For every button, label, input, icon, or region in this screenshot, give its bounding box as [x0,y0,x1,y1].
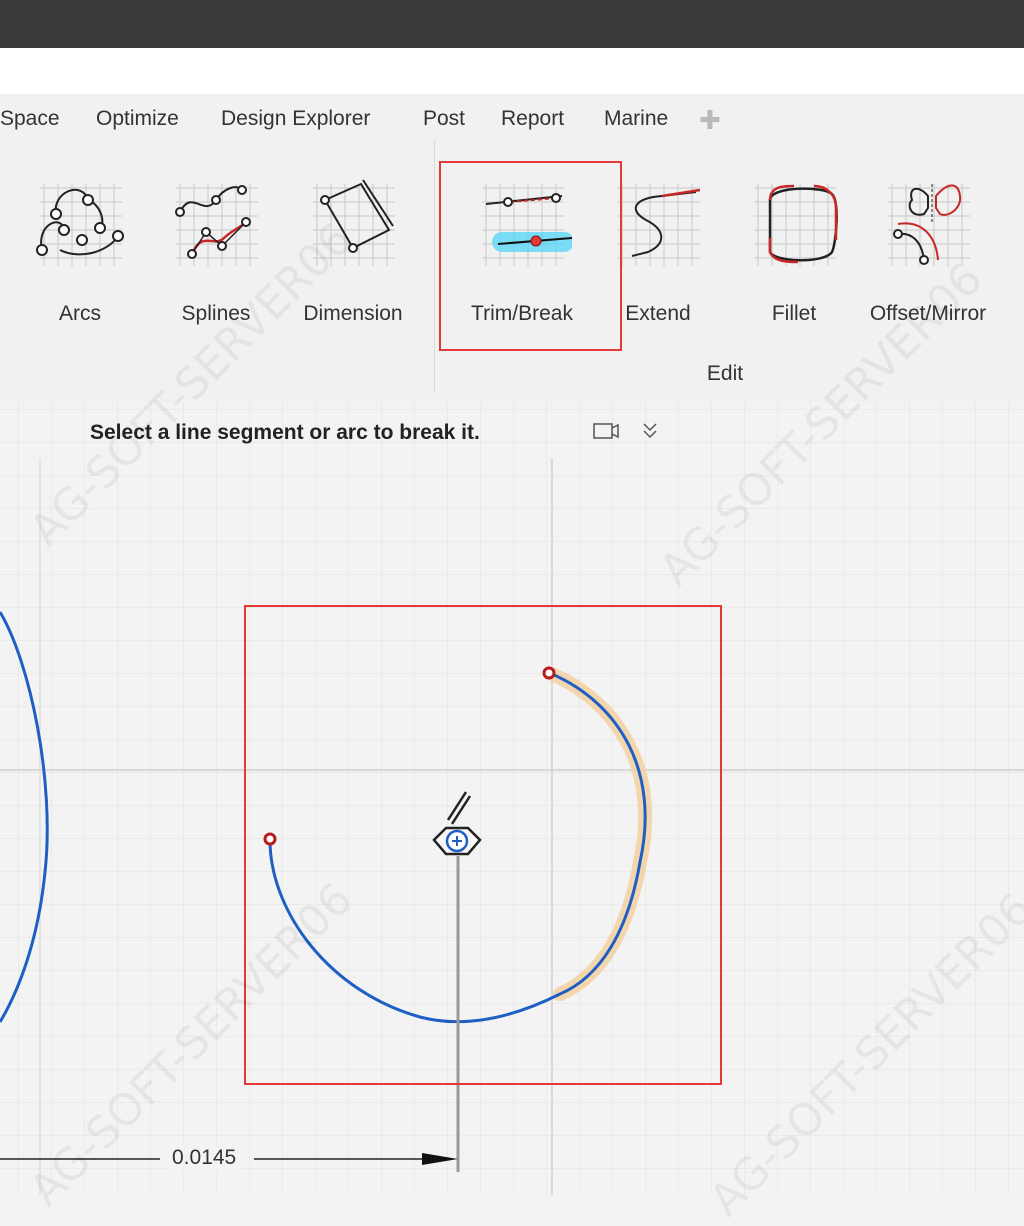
ribbon-group-label-edit: Edit [706,362,744,385]
menu-bar: Space Optimize Design Explorer Post Repo… [0,107,760,135]
prompt-icons [593,423,657,439]
trim-break-highlight-box [439,161,622,351]
tool-fillet[interactable]: Fillet [734,172,854,332]
menu-marine[interactable]: Marine [604,107,668,131]
command-prompt: Select a line segment or arc to break it… [90,421,480,444]
dimension-arrow [422,1153,458,1165]
fillet-icon [754,184,838,266]
header-bar [0,48,1024,94]
menu-space[interactable]: Space [0,107,60,131]
tool-label-arcs: Arcs [59,302,101,325]
menu-design-explorer[interactable]: Design Explorer [221,107,370,131]
menu-report[interactable]: Report [501,107,564,131]
ribbon-group-separator [434,140,435,392]
extend-icon [618,184,701,266]
video-icon[interactable] [593,423,619,439]
left-curve[interactable] [0,611,49,1023]
tool-label-fillet: Fillet [771,302,817,325]
plus-icon[interactable]: ✚ [699,107,721,133]
tool-arcs[interactable]: Arcs [20,172,140,332]
menu-post[interactable]: Post [423,107,465,131]
double-chevron-down-icon[interactable] [643,423,657,439]
title-bar [0,0,1024,48]
arc-highlight-box [244,605,722,1085]
arcs-icon [36,184,124,266]
dimension-value[interactable]: 0.0145 [168,1146,241,1170]
menu-optimize[interactable]: Optimize [96,107,179,131]
tool-label-dimension: Dimension [303,302,403,325]
splines-icon [175,184,258,266]
